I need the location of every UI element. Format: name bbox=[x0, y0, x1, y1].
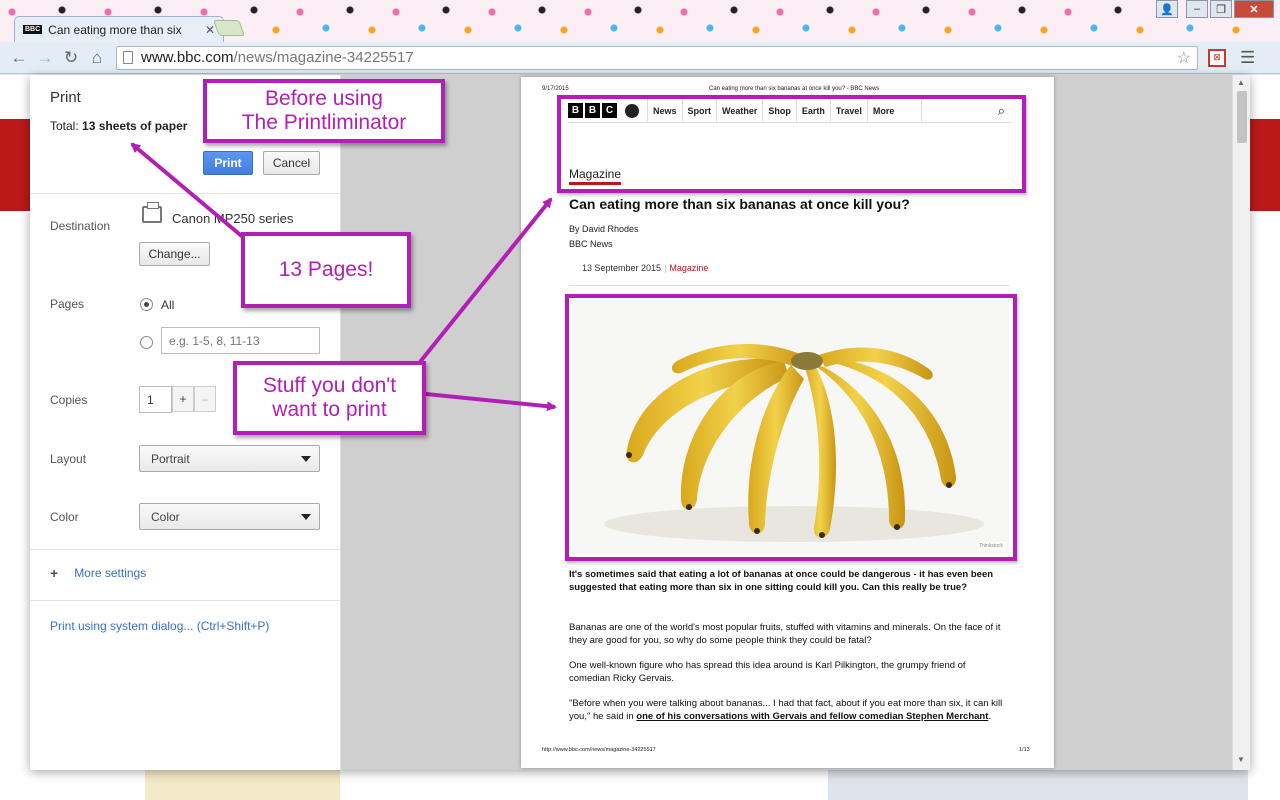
stuff-line-2: want to print bbox=[272, 398, 387, 421]
minimize-button[interactable]: – bbox=[1186, 0, 1208, 18]
divider bbox=[569, 285, 1009, 286]
scrollbar-thumb[interactable] bbox=[1237, 91, 1247, 143]
article-headline: Can eating more than six bananas at once… bbox=[569, 196, 910, 212]
window-controls: 👤 – ❐ ✕ bbox=[1156, 0, 1274, 18]
pages-custom-radio[interactable] bbox=[140, 336, 153, 349]
page-icon bbox=[123, 51, 133, 64]
layout-label: Layout bbox=[50, 452, 87, 466]
more-settings-label: More settings bbox=[74, 566, 147, 580]
pages-all-label: All bbox=[161, 298, 175, 312]
scroll-down-icon[interactable]: ▼ bbox=[1237, 755, 1245, 764]
browser-tab[interactable]: BBC Can eating more than six ✕ bbox=[14, 16, 224, 42]
print-title: Print bbox=[50, 89, 81, 106]
bbc-favicon-icon: BBC bbox=[23, 25, 43, 34]
menu-icon[interactable]: ☰ bbox=[1240, 48, 1255, 68]
header-date: 9/17/2015 bbox=[542, 86, 569, 92]
before-line-1: Before using bbox=[265, 87, 383, 110]
total-label: Total: bbox=[50, 119, 79, 133]
divider bbox=[30, 193, 341, 194]
footer-page-number: 1/13 bbox=[1019, 747, 1030, 753]
pages-all-radio[interactable] bbox=[140, 298, 153, 311]
more-settings-link[interactable]: + More settings bbox=[50, 565, 146, 581]
color-select[interactable]: Color bbox=[139, 503, 320, 530]
pages-range-input[interactable] bbox=[161, 327, 320, 354]
divider bbox=[30, 549, 341, 550]
total-sheets: Total: 13 sheets of paper bbox=[50, 119, 187, 133]
stuff-note: Stuff you don't want to print bbox=[233, 361, 426, 435]
color-value: Color bbox=[151, 509, 180, 524]
printer-icon bbox=[142, 202, 162, 223]
copies-increment-button[interactable]: + bbox=[172, 386, 194, 412]
cancel-button[interactable]: Cancel bbox=[263, 151, 320, 175]
before-note: Before using The Printliminator bbox=[203, 79, 445, 143]
browser-toolbar: ← → ↻ ⌂ www.bbc.com/news/magazine-342255… bbox=[0, 42, 1280, 74]
highlight-header-box bbox=[557, 95, 1026, 193]
url-host: www.bbc.com bbox=[141, 49, 234, 66]
plus-icon: + bbox=[50, 565, 59, 581]
total-value: 13 sheets of paper bbox=[82, 119, 188, 133]
address-bar[interactable]: www.bbc.com/news/magazine-34225517 ☆ bbox=[116, 45, 1198, 70]
stuff-line-1: Stuff you don't bbox=[262, 374, 397, 397]
url-path: /news/magazine-34225517 bbox=[233, 49, 414, 66]
new-tab-button[interactable] bbox=[213, 20, 245, 36]
pages-note: 13 Pages! bbox=[241, 232, 411, 308]
layout-value: Portrait bbox=[151, 451, 190, 466]
divider bbox=[30, 600, 341, 601]
article-lead: It's sometimes said that eating a lot of… bbox=[569, 569, 994, 593]
user-profile-icon[interactable]: 👤 bbox=[1156, 0, 1178, 18]
home-icon[interactable]: ⌂ bbox=[84, 48, 110, 68]
bookmark-star-icon[interactable]: ☆ bbox=[1177, 48, 1191, 68]
tab-title: Can eating more than six bbox=[48, 22, 182, 37]
copies-input[interactable]: 1 bbox=[139, 386, 172, 413]
article-source: BBC News bbox=[569, 239, 613, 249]
article-paragraph: One well-known figure who has spread thi… bbox=[569, 660, 966, 684]
color-label: Color bbox=[50, 510, 79, 524]
destination-label: Destination bbox=[50, 219, 111, 233]
copies-label: Copies bbox=[50, 393, 88, 407]
quote-end: . bbox=[988, 711, 992, 722]
background-image-strip-right bbox=[828, 770, 1248, 800]
layout-select[interactable]: Portrait bbox=[139, 445, 320, 472]
pages-note-text: 13 Pages! bbox=[278, 258, 374, 281]
printliminator-extension-icon[interactable]: ⊠ bbox=[1208, 48, 1226, 67]
highlight-photo-box bbox=[565, 294, 1017, 561]
scroll-up-icon[interactable]: ▲ bbox=[1237, 78, 1245, 87]
change-destination-button[interactable]: Change... bbox=[139, 242, 210, 266]
footer-url: http://www.bbc.com/news/magazine-3422551… bbox=[542, 747, 656, 753]
reload-icon[interactable]: ↻ bbox=[58, 48, 84, 68]
printer-name: Canon MP250 series bbox=[172, 211, 294, 226]
copies-decrement-button[interactable]: – bbox=[194, 386, 216, 412]
forward-arrow-icon[interactable]: → bbox=[32, 48, 58, 68]
bbc-red-band-right bbox=[1250, 119, 1280, 211]
chevron-down-icon bbox=[301, 514, 311, 520]
bbc-red-band bbox=[0, 119, 30, 211]
tab-close-icon[interactable]: ✕ bbox=[205, 23, 215, 37]
print-button[interactable]: Print bbox=[203, 151, 253, 175]
article-dateline: 13 September 2015 | Magazine bbox=[582, 263, 709, 273]
system-dialog-link[interactable]: Print using system dialog... (Ctrl+Shift… bbox=[50, 619, 269, 633]
window-titlebar: BBC Can eating more than six ✕ 👤 – ❐ ✕ bbox=[0, 0, 1280, 42]
chevron-down-icon bbox=[301, 456, 311, 462]
before-line-2: The Printliminator bbox=[241, 111, 407, 134]
article-link: one of his conversations with Gervais an… bbox=[636, 711, 989, 722]
article-date-section: Magazine bbox=[669, 263, 709, 273]
article-paragraph: Bananas are one of the world's most popu… bbox=[569, 622, 1001, 646]
close-window-button[interactable]: ✕ bbox=[1234, 0, 1274, 18]
pages-label: Pages bbox=[50, 297, 85, 311]
article-paragraph: "Before when you were talking about bana… bbox=[569, 697, 1004, 723]
article-byline: By David Rhodes bbox=[569, 224, 639, 234]
preview-scrollbar[interactable]: ▲ ▼ bbox=[1232, 75, 1250, 770]
header-title: Can eating more than six bananas at once… bbox=[709, 86, 880, 92]
back-arrow-icon[interactable]: ← bbox=[6, 48, 32, 68]
background-image-strip bbox=[145, 770, 340, 800]
restore-button[interactable]: ❐ bbox=[1210, 0, 1232, 18]
article-date: 13 September 2015 bbox=[582, 263, 662, 273]
